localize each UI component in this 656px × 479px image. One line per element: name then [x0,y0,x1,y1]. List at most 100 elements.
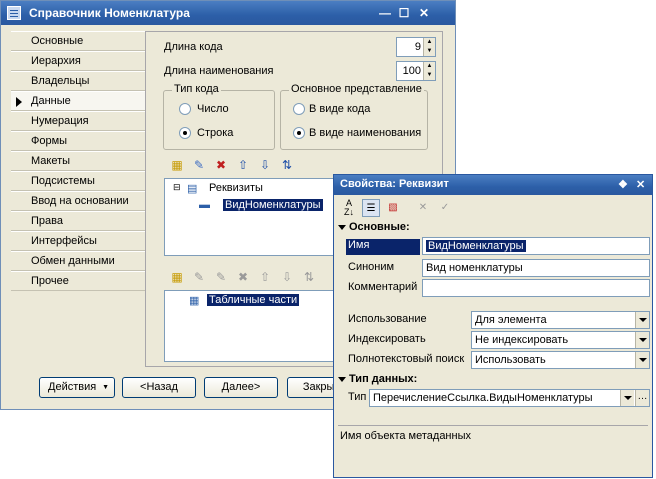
properties-title: Свойства: Реквизит [340,178,449,190]
nav-item-interfeysy[interactable]: Интерфейсы [11,231,145,251]
type-value: ПеречислениеСсылка.ВидыНоменклатуры [373,392,593,404]
spin-up-icon[interactable]: ▲ [424,38,435,47]
nav-item-formy[interactable]: Формы [11,131,145,151]
attribute-icon: ▬ [199,199,210,211]
filter-icon[interactable]: ▧ [384,199,402,217]
nav-item-podsistemy[interactable]: Подсистемы [11,171,145,191]
move-up-icon[interactable]: ⇧ [234,156,252,174]
attributes-toolbar: ▦ ✎ ✖ ⇧ ⇩ ⇅ [168,156,368,176]
attributes-folder-icon: ▤ [187,183,198,195]
collapse-icon [338,224,346,230]
radio-number[interactable] [179,103,191,115]
nav-item-dannye[interactable]: Данные [11,91,145,111]
dropdown-arrow-icon[interactable] [635,332,649,348]
synonym-field[interactable]: Вид номенклатуры [422,259,650,277]
move-down-icon[interactable]: ⇩ [278,268,296,286]
edit-table-icon[interactable]: ✎ [212,268,230,286]
nav-item-label: Формы [31,135,68,147]
minimize-icon[interactable]: — [377,5,393,21]
delete-table-icon[interactable]: ✖ [234,268,252,286]
edit-item-icon[interactable]: ✎ [190,156,208,174]
move-up-icon[interactable]: ⇧ [256,268,274,286]
move-down-icon[interactable]: ⇩ [256,156,274,174]
catalog-icon [7,6,21,20]
name-length-value: 100 [402,65,421,77]
radio-by-name-label[interactable]: В виде наименования [309,127,421,139]
tree-item-vid-nomenklatury[interactable]: ВидНоменклатуры [223,199,323,211]
nav-item-label: Нумерация [31,115,89,127]
sidebar-nav: Основные Иерархия Владельцы Данные Нумер… [11,31,145,293]
tree-root-attributes[interactable]: Реквизиты [209,182,263,194]
close-icon[interactable]: ✕ [416,5,432,21]
dropdown-arrow-icon[interactable] [620,390,634,406]
actions-button[interactable]: Действия ▼ [39,377,115,398]
next-button-label: Далее> [221,381,261,393]
nav-item-ierarkhiya[interactable]: Иерархия [11,51,145,71]
usage-label: Использование [348,313,427,325]
description-panel: Имя объекта метаданных [338,425,648,473]
radio-string-label[interactable]: Строка [197,127,233,139]
nav-item-osnovnye[interactable]: Основные [11,31,145,51]
spin-up-icon[interactable]: ▲ [424,62,435,71]
fulltext-label: Полнотекстовый поиск [348,353,465,365]
pin-icon[interactable]: ❖ [618,178,628,191]
index-value: Не индексировать [475,334,569,346]
nav-item-makety[interactable]: Макеты [11,151,145,171]
ellipsis-icon[interactable]: … [635,390,649,406]
radio-string[interactable] [179,127,191,139]
type-field[interactable]: ПеречислениеСсылка.ВидыНоменклатуры … [369,389,650,407]
nav-item-label: Данные [31,95,71,107]
radio-by-code[interactable] [293,103,305,115]
index-select[interactable]: Не индексировать [471,331,650,349]
nav-item-label: Владельцы [31,75,90,87]
close-icon[interactable]: ✕ [636,178,645,191]
name-value: ВидНоменклатуры [426,240,526,252]
maximize-icon[interactable]: ☐ [396,5,412,21]
apply-icon[interactable]: ✓ [436,199,454,217]
delete-item-icon[interactable]: ✖ [212,156,230,174]
nav-item-vvod[interactable]: Ввод на основании [11,191,145,211]
fulltext-value: Использовать [475,354,546,366]
tree-root-tabular-parts[interactable]: Табличные части [207,294,300,306]
nav-item-prava[interactable]: Права [11,211,145,231]
name-length-label: Длина наименования [164,65,274,77]
sort-icon[interactable]: ⇅ [300,268,318,286]
clear-icon[interactable]: ✕ [414,199,432,217]
radio-number-label[interactable]: Число [197,103,229,115]
comment-field[interactable] [422,279,650,297]
fulltext-select[interactable]: Использовать [471,351,650,369]
spin-down-icon[interactable]: ▼ [424,71,435,80]
name-field[interactable]: ВидНоменклатуры [422,237,650,255]
radio-by-name[interactable] [293,127,305,139]
nav-item-vladeltsy[interactable]: Владельцы [11,71,145,91]
categorized-icon[interactable]: ☰ [362,199,380,217]
usage-select[interactable]: Для элемента [471,311,650,329]
section-main[interactable]: Основные: [338,221,410,233]
sort-alpha-icon[interactable]: A Z↓ [340,199,358,217]
next-button[interactable]: Далее> [204,377,278,398]
name-length-spinner[interactable]: 100 ▲ ▼ [396,61,436,81]
code-type-group: Тип кода Число Строка [163,83,275,150]
nav-item-prochee[interactable]: Прочее [11,271,145,291]
radio-by-code-label[interactable]: В виде кода [309,103,370,115]
nav-item-numeratsiya[interactable]: Нумерация [11,111,145,131]
main-titlebar[interactable]: Справочник Номенклатура — ☐ ✕ [1,1,455,25]
code-length-value: 9 [414,41,421,53]
nav-item-label: Обмен данными [31,255,115,267]
tree-collapse-icon[interactable]: ⊟ [173,182,181,193]
spin-down-icon[interactable]: ▼ [424,47,435,56]
section-datatype-label: Тип данных: [349,373,418,385]
usage-value: Для элемента [475,314,547,326]
properties-titlebar[interactable]: Свойства: Реквизит ❖ ✕ [334,175,652,195]
nav-item-obmen[interactable]: Обмен данными [11,251,145,271]
section-datatype[interactable]: Тип данных: [338,373,417,385]
sort-icon[interactable]: ⇅ [278,156,296,174]
add-column-icon[interactable]: ✎ [190,268,208,286]
code-length-spinner[interactable]: 9 ▲ ▼ [396,37,436,57]
back-button[interactable]: <Назад [122,377,196,398]
dropdown-arrow-icon[interactable] [635,312,649,328]
actions-button-label: Действия [48,381,97,393]
add-table-icon[interactable]: ▦ [168,268,186,286]
dropdown-arrow-icon[interactable] [635,352,649,368]
add-item-icon[interactable]: ▦ [168,156,186,174]
